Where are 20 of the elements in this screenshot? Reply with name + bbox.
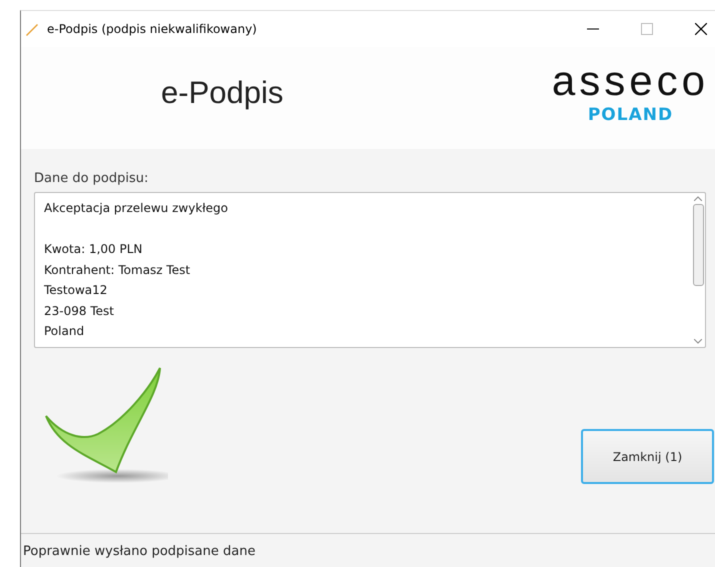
scrollbar-thumb[interactable] — [692, 204, 704, 286]
logo-subtitle: POLAND — [588, 105, 674, 125]
section-label: Dane do podpisu: — [34, 171, 150, 186]
text-line: Akceptacja przelewu zwykłego — [44, 200, 230, 217]
text-line: Poland — [44, 323, 86, 340]
close-icon[interactable] — [695, 23, 707, 35]
pen-icon — [25, 22, 39, 36]
maximize-icon[interactable] — [641, 23, 653, 35]
text-area[interactable]: Akceptacja przelewu zwykłego Kwota: 1,00 PLN Kontrahent: Tomasz Test Testowa12 23-098 Test Poland — [34, 192, 706, 348]
text-line: Testowa12 — [44, 282, 108, 299]
logo-text: asseco — [552, 61, 709, 101]
window-title: e-Podpis (podpis niekwalifikowany) — [47, 22, 257, 36]
arrow-up-icon[interactable] — [694, 196, 702, 201]
arrow-down-icon[interactable] — [694, 339, 702, 344]
text-line: 23-098 Test — [44, 302, 115, 320]
close-button[interactable]: Zamknij (1) — [581, 429, 714, 484]
text-line: Kwota: 1,00 PLN — [44, 241, 144, 258]
text-line: Kontrahent: Tomasz Test — [44, 262, 192, 278]
app-title: e-Podpis — [161, 75, 284, 111]
status-text: Poprawnie wysłano podpisane dane — [23, 544, 256, 558]
